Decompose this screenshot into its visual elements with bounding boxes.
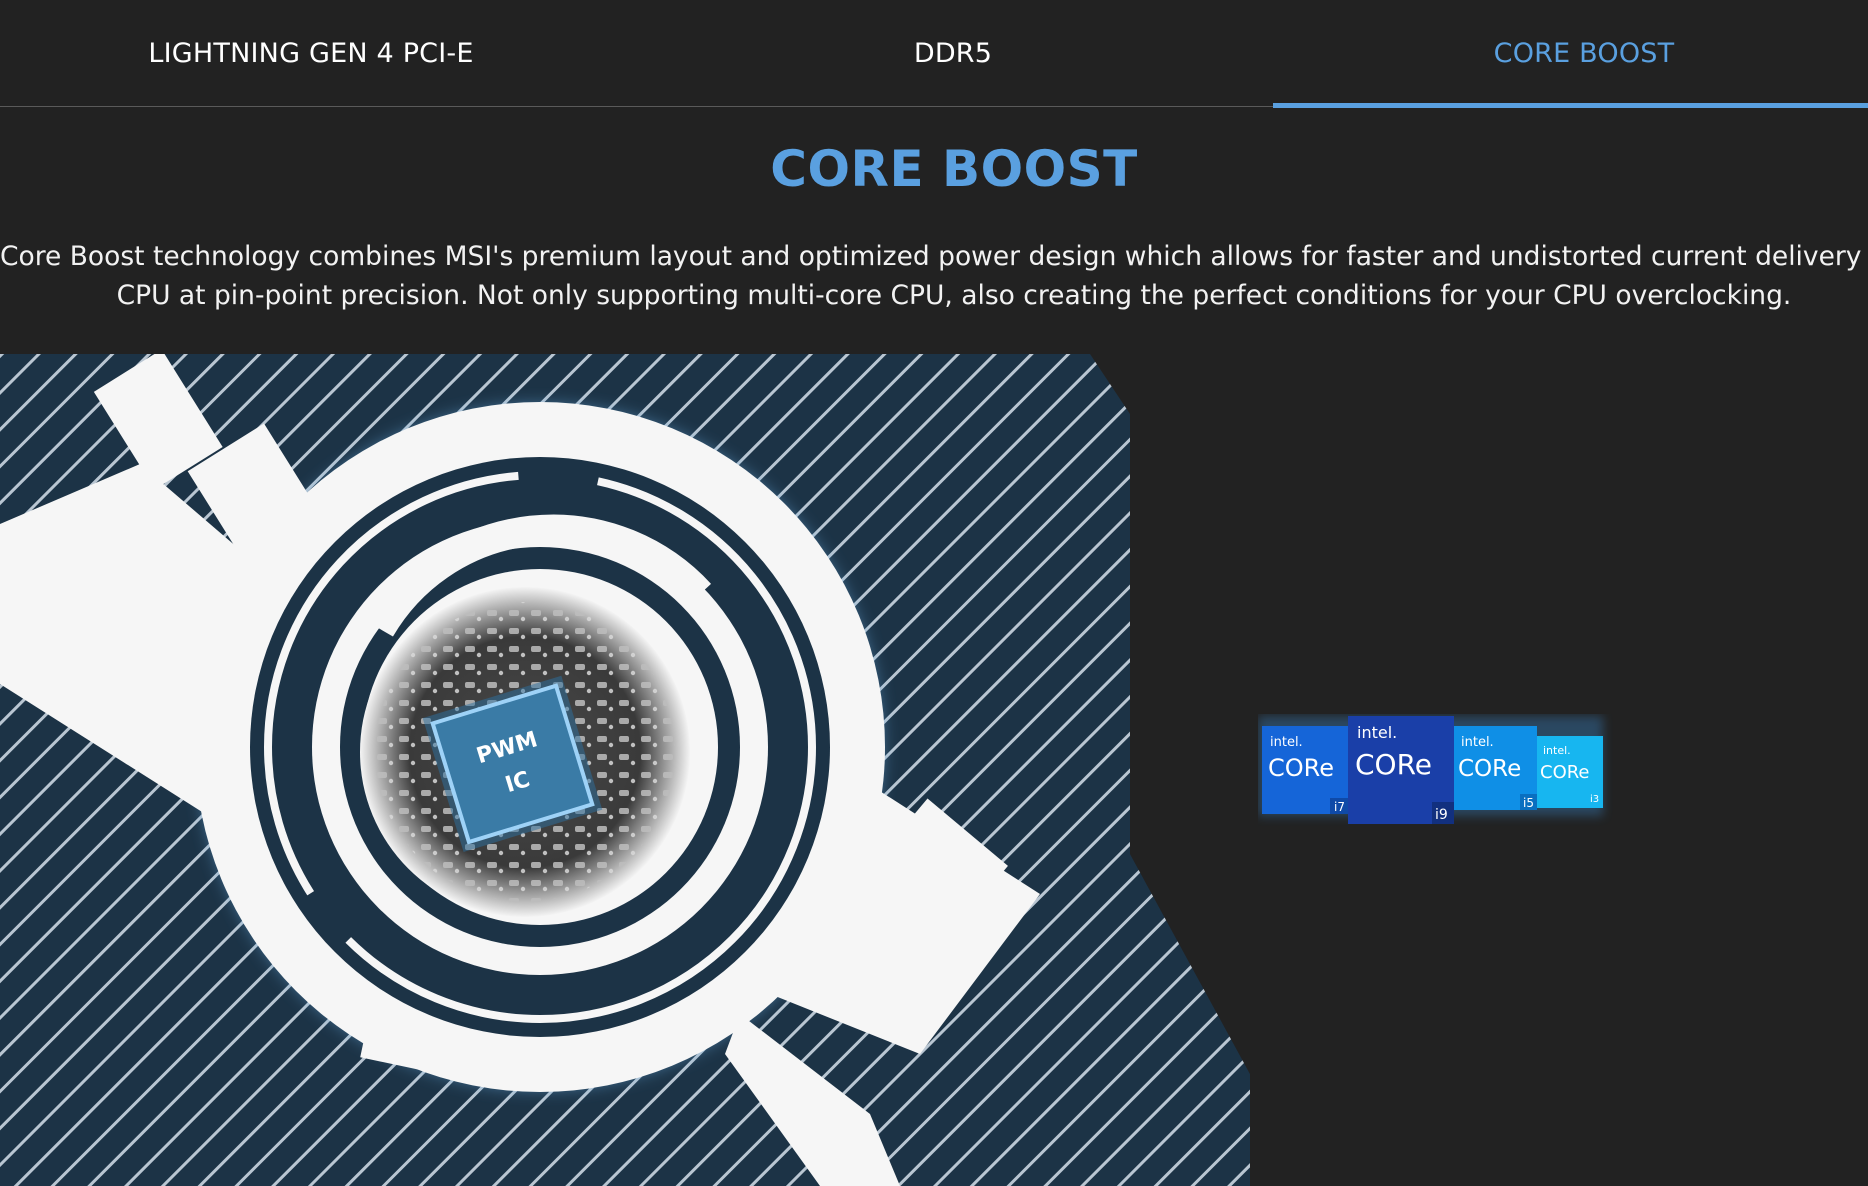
intel-core-i5-badge: intel. CORe i5 (1453, 726, 1537, 810)
core-boost-illustration: PWM IC (0, 354, 1250, 1186)
i3-tier: i3 (1590, 794, 1599, 805)
i3-brand: intel. (1543, 744, 1571, 757)
section-title: CORE BOOST (770, 140, 1138, 198)
intel-core-i3-badge: intel. CORe i3 (1537, 736, 1603, 808)
intel-core-badges: intel. CORe i7 intel. CORe i5 intel. COR… (1258, 716, 1603, 824)
description-line-2: CPU at pin-point precision. Not only sup… (116, 280, 1792, 311)
i9-brand: intel. (1357, 723, 1397, 742)
tab-core-boost[interactable]: CORE BOOST (1273, 0, 1868, 108)
i9-tier: i9 (1435, 807, 1448, 823)
i9-name: CORe (1355, 748, 1432, 781)
i3-name: CORe (1540, 762, 1590, 783)
i7-name: CORe (1268, 754, 1334, 782)
tab-bar: LIGHTNING GEN 4 PCI-E DDR5 CORE BOOST (0, 0, 1868, 108)
tab-lightning-gen4-pcie[interactable]: LIGHTNING GEN 4 PCI-E (0, 0, 622, 107)
intel-core-i7-badge: intel. CORe i7 (1262, 726, 1348, 814)
i5-name: CORe (1458, 756, 1521, 782)
i7-tier: i7 (1334, 800, 1345, 814)
i5-tier: i5 (1523, 796, 1534, 810)
description-line-1: Core Boost technology combines MSI's pre… (0, 241, 1868, 272)
tab-ddr5[interactable]: DDR5 (642, 0, 1264, 107)
intel-core-i9-badge: intel. CORe i9 (1348, 716, 1454, 824)
i5-brand: intel. (1461, 735, 1494, 750)
i7-brand: intel. (1270, 735, 1303, 750)
section-description: Core Boost technology combines MSI's pre… (0, 237, 1868, 315)
